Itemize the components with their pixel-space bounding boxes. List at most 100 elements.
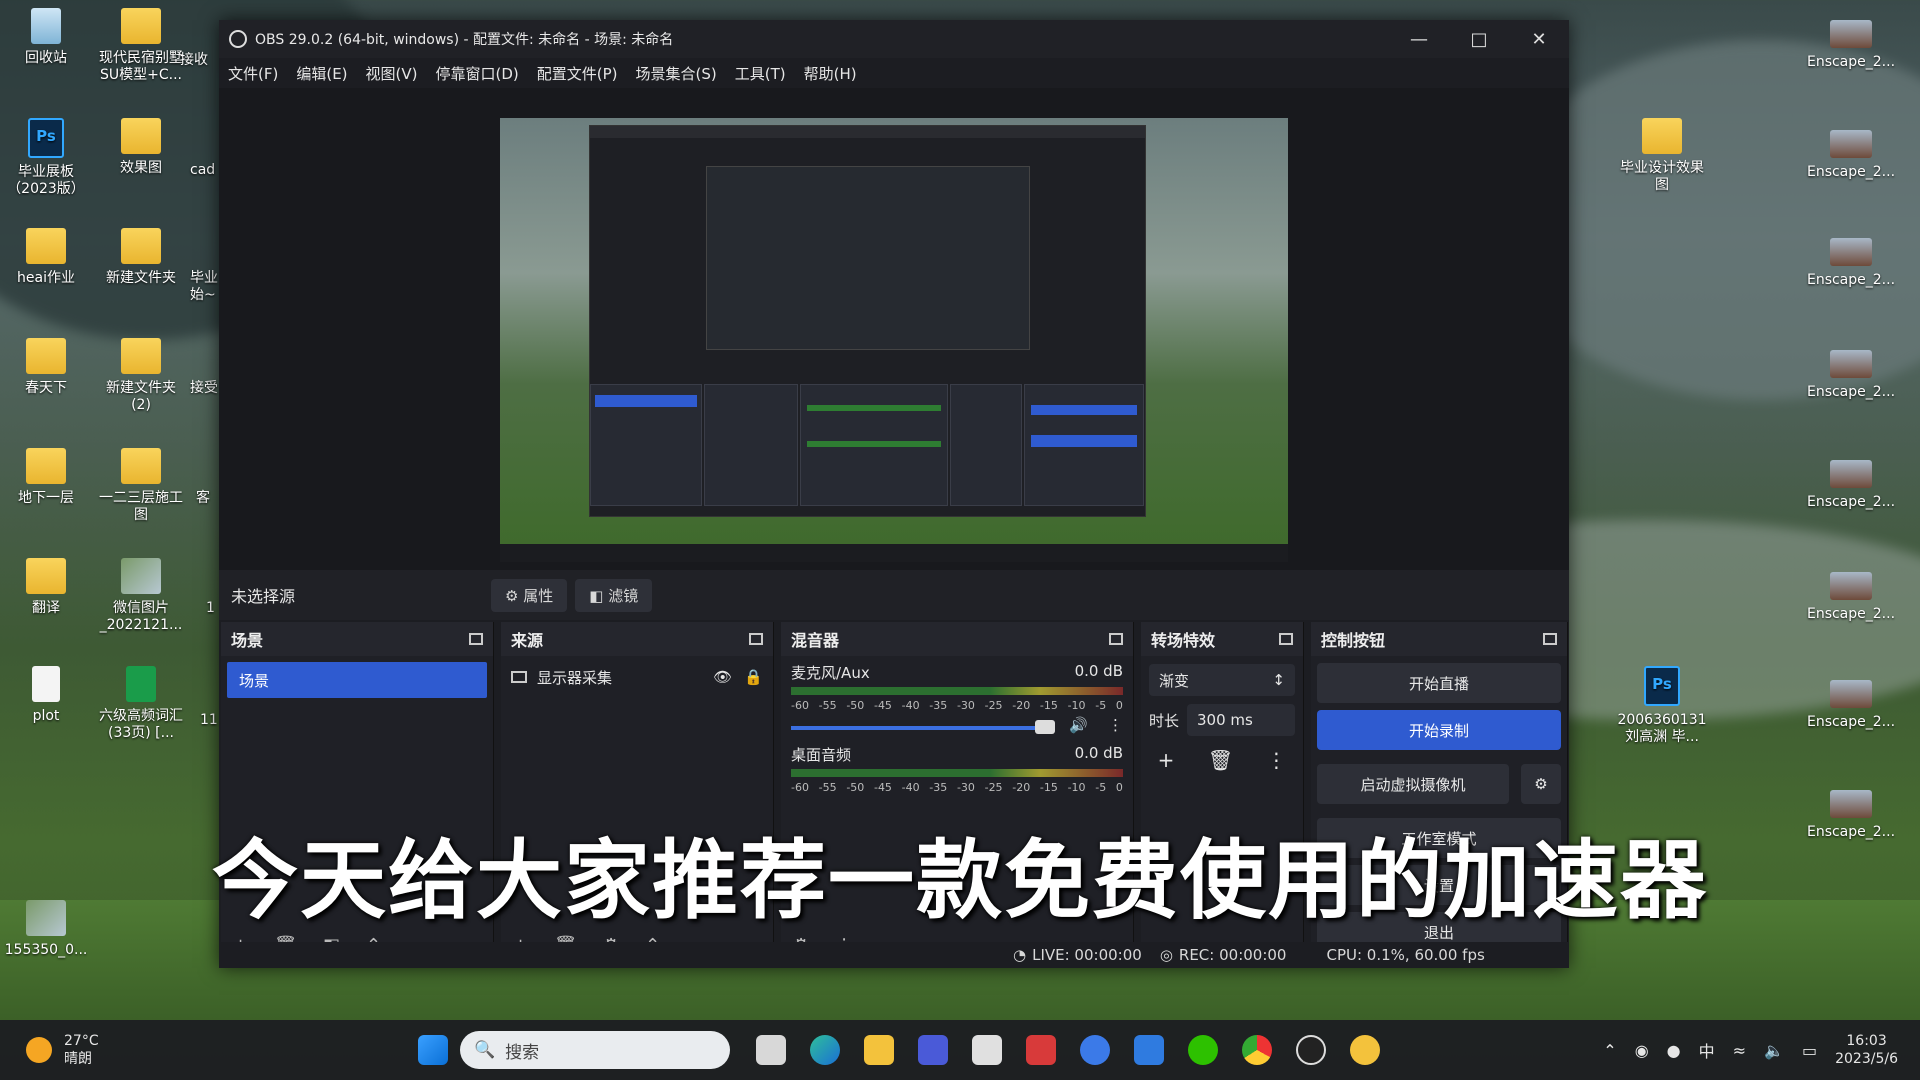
desktop-icon[interactable]: 效果图 <box>95 118 187 177</box>
desktop-icon[interactable]: 毕业设计效果图 <box>1616 118 1708 194</box>
menu-help[interactable]: 帮助(H) <box>795 63 866 84</box>
undock-icon[interactable] <box>1543 633 1557 645</box>
app-blue-circle-icon[interactable] <box>1080 1035 1110 1065</box>
desktop-icon[interactable]: Enscape_2... <box>1805 238 1897 289</box>
menu-scene-collection[interactable]: 场景集合(S) <box>627 63 726 84</box>
minimize-button[interactable]: — <box>1389 29 1449 50</box>
close-button[interactable]: ✕ <box>1509 29 1569 50</box>
menu-profile[interactable]: 配置文件(P) <box>528 63 627 84</box>
search-box[interactable]: 🔍 搜索 <box>460 1031 730 1069</box>
weather-widget[interactable]: 27°C 晴朗 <box>26 1032 406 1068</box>
more-icon[interactable]: ⋮ <box>1108 716 1123 734</box>
trash-icon[interactable]: 🗑 <box>1208 748 1233 772</box>
desktop-icon[interactable]: 一二三层施工图 <box>95 448 187 524</box>
task-view-icon[interactable] <box>756 1035 786 1065</box>
wechat-icon[interactable] <box>1188 1035 1218 1065</box>
preview-canvas[interactable] <box>500 118 1288 562</box>
desktop-icon[interactable]: 六级高频词汇 (33页) [... <box>95 666 187 742</box>
desktop-icon[interactable]: heai作业 <box>0 228 92 287</box>
desktop-icon-label: heai作业 <box>17 270 75 286</box>
menu-file[interactable]: 文件(F) <box>219 63 287 84</box>
start-virtual-camera-button[interactable]: 启动虚拟摄像机 <box>1317 764 1509 804</box>
desktop-icon[interactable]: 新建文件夹 <box>95 228 187 287</box>
desktop-icon[interactable]: Enscape_2... <box>1805 350 1897 401</box>
lock-icon[interactable]: 🔒 <box>744 668 763 686</box>
obs-icon[interactable] <box>1296 1035 1326 1065</box>
edge-icon[interactable] <box>810 1035 840 1065</box>
transition-select[interactable]: 渐变 ↕ <box>1149 664 1295 696</box>
windows-start-icon[interactable] <box>418 1035 448 1065</box>
desktop-icon[interactable]: Enscape_2... <box>1805 680 1897 731</box>
ime-indicator[interactable]: 中 <box>1699 1038 1715 1062</box>
menu-tools[interactable]: 工具(T) <box>726 63 795 84</box>
chevron-up-icon[interactable]: ⌃ <box>1603 1041 1616 1060</box>
source-item[interactable]: 显示器采集 👁 🔒 <box>511 662 763 692</box>
eye-icon[interactable]: 👁 <box>713 668 732 686</box>
menu-edit[interactable]: 编辑(E) <box>287 63 356 84</box>
scene-item[interactable]: 场景 <box>227 662 487 698</box>
desktop-icon[interactable]: 地下一层 <box>0 448 92 507</box>
video-subtitle: 今天给大家推荐一款免费使用的加速器 <box>212 831 1708 931</box>
start-streaming-button[interactable]: 开始直播 <box>1317 663 1561 703</box>
desktop-icon[interactable]: Enscape_2... <box>1805 460 1897 511</box>
folder-icon <box>121 8 161 44</box>
chrome-icon[interactable] <box>1242 1035 1272 1065</box>
app-box-icon[interactable] <box>918 1035 948 1065</box>
gear-icon[interactable]: ⚙ <box>1521 764 1561 804</box>
ens-icon <box>1830 680 1872 708</box>
properties-button[interactable]: ⚙ 属性 <box>491 578 568 612</box>
volume-slider[interactable] <box>791 720 1056 734</box>
undock-icon[interactable] <box>1279 633 1293 645</box>
desktop-icon[interactable]: Enscape_2... <box>1805 130 1897 181</box>
battery-icon[interactable]: ▭ <box>1802 1041 1817 1060</box>
rec-status: REC: 00:00:00 <box>1178 946 1287 964</box>
menu-view[interactable]: 视图(V) <box>357 63 427 84</box>
add-icon[interactable]: + <box>1158 748 1175 772</box>
undock-icon[interactable] <box>1109 633 1123 645</box>
undock-icon[interactable] <box>469 633 483 645</box>
maximize-button[interactable]: □ <box>1449 29 1509 50</box>
duration-input[interactable]: 300 ms <box>1187 704 1295 736</box>
desktop-icon[interactable]: 春天下 <box>0 338 92 397</box>
desktop-icon[interactable]: 现代民宿别墅SU模型+C... <box>95 8 187 84</box>
live-status: LIVE: 00:00:00 <box>1032 946 1142 964</box>
desktop-icon[interactable]: 新建文件夹 (2) <box>95 338 187 414</box>
desktop-icon[interactable]: 微信图片_2022121... <box>95 558 187 634</box>
app-bird-icon[interactable] <box>1134 1035 1164 1065</box>
desktop-icon[interactable]: plot <box>0 666 92 725</box>
volume-meter <box>791 769 1123 777</box>
clock[interactable]: 16:03 2023/5/6 <box>1835 1032 1898 1068</box>
desktop-icon-partial-label[interactable]: 接收 <box>180 52 220 69</box>
source-toolbar: 未选择源 ⚙ 属性 ◧ 滤镜 <box>219 570 1569 620</box>
undock-icon[interactable] <box>749 633 763 645</box>
file-explorer-icon[interactable] <box>864 1035 894 1065</box>
menu-docks[interactable]: 停靠窗口(D) <box>427 63 528 84</box>
desktop-icon[interactable]: 翻译 <box>0 558 92 617</box>
speaker-icon[interactable]: 🔊 <box>1069 716 1088 734</box>
more-icon[interactable]: ⋮ <box>1266 748 1286 772</box>
app-red-icon[interactable] <box>1026 1035 1056 1065</box>
mic-icon[interactable]: ● <box>1667 1041 1681 1060</box>
desktop-icon-label: Enscape_2... <box>1806 494 1896 510</box>
filters-button[interactable]: ◧ 滤镜 <box>575 578 653 612</box>
tray-app-icon[interactable]: ◉ <box>1635 1041 1649 1060</box>
desktop-icon[interactable]: Enscape_2... <box>1805 572 1897 623</box>
preview-area[interactable] <box>219 88 1569 570</box>
desktop-icon-label: 回收站 <box>25 50 67 66</box>
folder-icon <box>26 228 66 264</box>
desktop-icon[interactable]: 回收站 <box>0 8 92 67</box>
mixer-title: 混音器 <box>791 631 840 650</box>
desktop-icon[interactable]: Ps 毕业展板（2023版） <box>0 118 92 198</box>
desktop-icon-label: 一二三层施工图 <box>99 490 183 523</box>
desktop-icon-label: 效果图 <box>120 160 162 176</box>
desktop-icon[interactable]: Enscape_2... <box>1805 20 1897 71</box>
desktop-icon[interactable]: Ps 2006360131 刘高渊 毕... <box>1616 666 1708 746</box>
start-recording-button[interactable]: 开始录制 <box>1317 710 1561 750</box>
monitor-icon <box>511 671 527 683</box>
app-bolt-icon[interactable] <box>972 1035 1002 1065</box>
volume-icon[interactable]: 🔈 <box>1764 1041 1784 1060</box>
wifi-icon[interactable]: ≈ <box>1733 1041 1746 1060</box>
mixer-channel-desktop: 桌面音频 0.0 dB -60 -55 -50 -45 -40 -35 -30 -25 -20 -1… <box>781 738 1133 794</box>
desktop-icon-label: Enscape_2... <box>1806 54 1896 70</box>
app-yellow-icon[interactable] <box>1350 1035 1380 1065</box>
